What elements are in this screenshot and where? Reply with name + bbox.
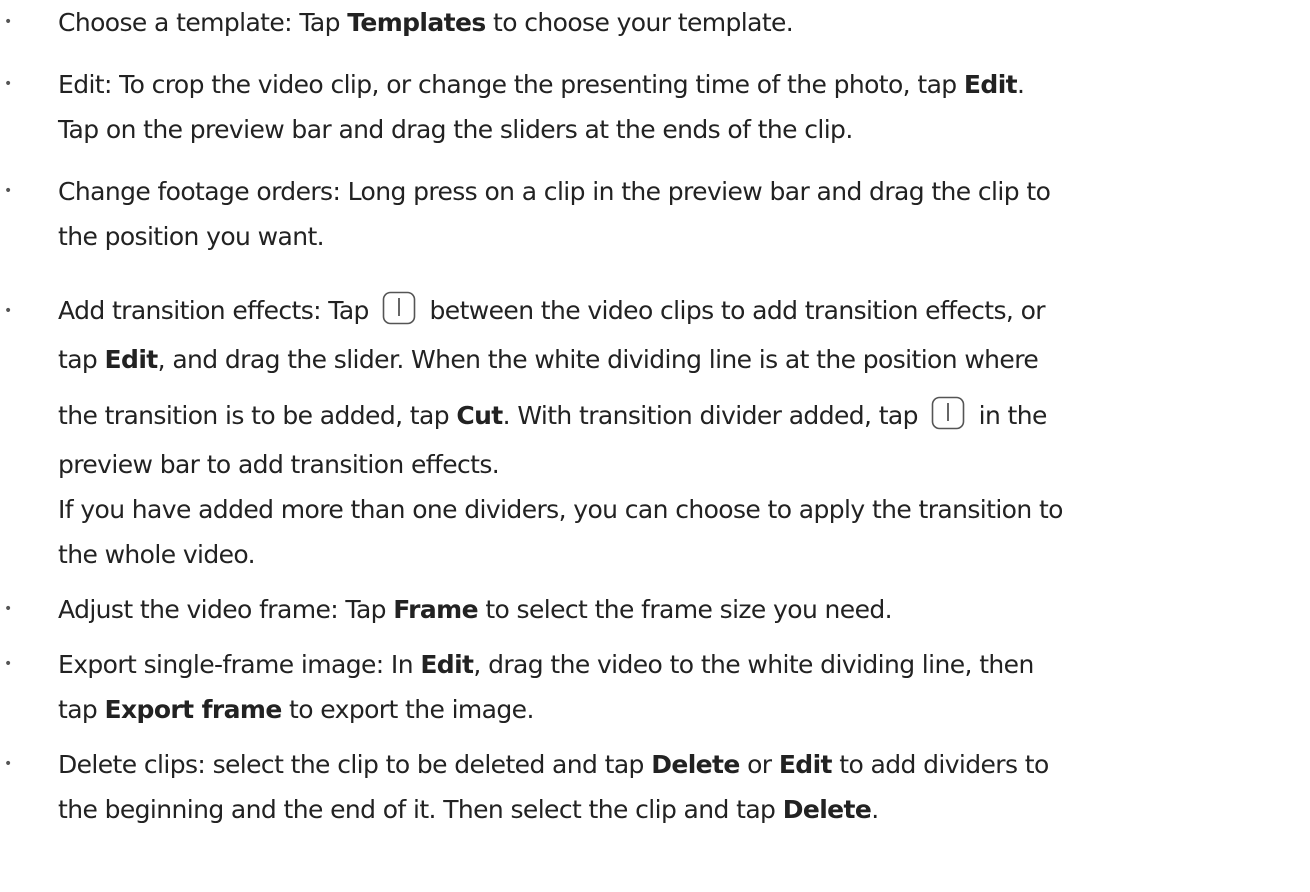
- bold-term-templates: Templates: [347, 8, 486, 37]
- list-item-edit: • Edit: To crop the video clip, or chang…: [0, 62, 1310, 152]
- bold-term-edit: Edit: [104, 345, 159, 374]
- text: the beginning and the end of it. Then se…: [58, 795, 783, 824]
- text-line: the transition is to be added, tap Cut. …: [58, 388, 1310, 442]
- text: Choose a template: Tap: [58, 8, 348, 37]
- text: .: [871, 795, 879, 824]
- text-line: Add transition effects: Tap between the …: [58, 283, 1310, 337]
- bullet: •: [4, 656, 12, 672]
- text: or: [739, 750, 779, 779]
- bold-term-delete: Delete: [651, 750, 740, 779]
- text: . With transition divider added, tap: [502, 401, 926, 430]
- text-line: tap Edit, and drag the slider. When the …: [58, 337, 1310, 382]
- text: in the: [971, 401, 1048, 430]
- bullet: •: [4, 756, 12, 772]
- bold-term-edit: Edit: [963, 70, 1018, 99]
- text: , drag the video to the white dividing l…: [473, 650, 1034, 679]
- text-line: the position you want.: [58, 222, 325, 251]
- bold-term-export-frame: Export frame: [104, 695, 283, 724]
- text: to select the frame size you need.: [477, 595, 892, 624]
- text-line: Export single-frame image: In Edit, drag…: [58, 642, 1310, 687]
- transition-divider-icon: [382, 291, 416, 325]
- text-line: Choose a template: Tap Templates to choo…: [58, 0, 1310, 45]
- list-item-change-footage-orders: • Change footage orders: Long press on a…: [0, 169, 1310, 259]
- text: Export single-frame image: In: [58, 650, 421, 679]
- bold-term-delete: Delete: [782, 795, 872, 824]
- bullet: •: [4, 76, 12, 92]
- text: to export the image.: [281, 695, 534, 724]
- text: between the video clips to add transitio…: [422, 296, 1046, 325]
- text: , and drag the slider. When the white di…: [157, 345, 1039, 374]
- list-item-export-single-frame: • Export single-frame image: In Edit, dr…: [0, 642, 1310, 732]
- text-line: Edit: To crop the video clip, or change …: [58, 62, 1310, 107]
- bold-term-cut: Cut: [456, 401, 503, 430]
- list-item-choose-template: • Choose a template: Tap Templates to ch…: [0, 0, 1310, 45]
- text: Edit: To crop the video clip, or change …: [58, 70, 964, 99]
- text-line: Change footage orders: Long press on a c…: [58, 177, 1051, 206]
- bold-term-edit: Edit: [420, 650, 474, 679]
- text-line: Delete clips: select the clip to be dele…: [58, 742, 1310, 787]
- text-line: the whole video.: [58, 540, 256, 569]
- list-item-add-transition-effects: • Add transition effects: Tap between th…: [0, 283, 1310, 577]
- text: the transition is to be added, tap: [58, 401, 457, 430]
- text-line: tap Export frame to export the image.: [58, 687, 1310, 732]
- text-line: preview bar to add transition effects.: [58, 450, 500, 479]
- bold-term-frame: Frame: [393, 595, 478, 624]
- list-item-delete-clips: • Delete clips: select the clip to be de…: [0, 742, 1310, 832]
- text-line: If you have added more than one dividers…: [58, 495, 1063, 524]
- bullet: •: [4, 601, 12, 617]
- text-line: the beginning and the end of it. Then se…: [58, 787, 1310, 832]
- bullet: •: [4, 303, 12, 319]
- list-item-adjust-video-frame: • Adjust the video frame: Tap Frame to s…: [0, 587, 1310, 632]
- bullet: •: [4, 183, 12, 199]
- text: Delete clips: select the clip to be dele…: [58, 750, 652, 779]
- text-line: Adjust the video frame: Tap Frame to sel…: [58, 587, 1310, 632]
- text-line: Tap on the preview bar and drag the slid…: [58, 115, 853, 144]
- transition-divider-icon: [931, 396, 965, 430]
- instruction-list: • Choose a template: Tap Templates to ch…: [0, 0, 1310, 832]
- text: to choose your template.: [485, 8, 794, 37]
- text: tap: [58, 345, 105, 374]
- bullet: •: [4, 14, 12, 30]
- text: Adjust the video frame: Tap: [58, 595, 394, 624]
- text: tap: [58, 695, 105, 724]
- text: Add transition effects: Tap: [58, 296, 377, 325]
- bold-term-edit: Edit: [778, 750, 833, 779]
- text: to add dividers to: [831, 750, 1049, 779]
- text: .: [1017, 70, 1025, 99]
